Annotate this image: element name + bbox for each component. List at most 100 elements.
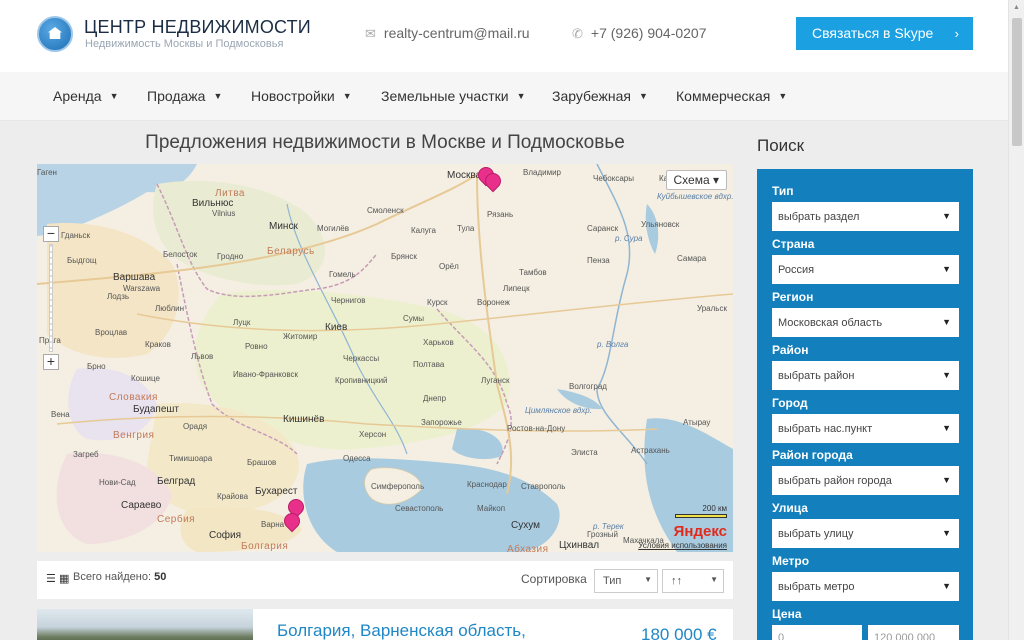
contact-email[interactable]: ✉ realty-centrum@mail.ru (365, 25, 530, 42)
map-label: Полтава (413, 360, 445, 369)
main-nav: Аренда ▼ Продажа ▼ Новостройки ▼ Земельные … (0, 72, 1008, 121)
map-label: Кропивницкий (335, 376, 388, 385)
results-count-label: Всего найдено: (73, 571, 152, 583)
brand-title[interactable]: ЦЕНТР НЕДВИЖИМОСТИ (84, 17, 311, 38)
sort-order-select[interactable]: ↑↑ ▼ (662, 569, 724, 593)
map-label: Воронеж (477, 298, 510, 307)
map-label: Минск (269, 221, 298, 232)
filter-value: выбрать улицу (778, 528, 854, 540)
map-background (37, 164, 733, 552)
listing-title[interactable]: Болгария, Варненская область, (277, 621, 526, 640)
filter-label-country: Страна (772, 237, 815, 251)
filter-select-city[interactable]: выбрать нас.пункт ▼ (772, 414, 959, 443)
chevron-down-icon: ▼ (942, 211, 951, 221)
nav-item-label: Земельные участки (381, 88, 509, 104)
nav-item-label: Зарубежная (552, 88, 631, 104)
logo-house-icon[interactable] (37, 16, 73, 52)
map-label: Краков (145, 340, 171, 349)
map-label: Кошице (131, 374, 160, 383)
map-label: Сумы (403, 314, 424, 323)
map-label: Лодзь (107, 292, 130, 301)
map-label: Ульяновск (641, 220, 680, 229)
nav-item-commercial[interactable]: Коммерческая ▼ (676, 88, 787, 104)
skype-contact-button[interactable]: Связаться в Skype › (796, 17, 973, 50)
filter-label-price: Цена (772, 607, 802, 621)
filter-select-country[interactable]: Россия ▼ (772, 255, 959, 284)
map-label: Белосток (163, 250, 198, 259)
page-scrollbar[interactable]: ▲ (1008, 0, 1024, 640)
map-label: Люблин (155, 304, 185, 313)
envelope-icon: ✉ (365, 26, 376, 41)
list-view-icon[interactable]: ☰ (46, 573, 56, 585)
map-label: Гаген (37, 168, 57, 177)
map-type-button[interactable]: Схема ▾ (665, 170, 727, 190)
scroll-up-arrow-icon[interactable]: ▲ (1013, 4, 1020, 11)
filter-label-city-district: Район города (772, 448, 853, 462)
price-from-input[interactable]: 0 (772, 625, 862, 640)
chevron-down-icon: ▼ (942, 423, 951, 433)
nav-item-sale[interactable]: Продажа ▼ (147, 88, 222, 104)
caret-down-icon: ▼ (710, 575, 718, 584)
map-label: Калуга (411, 226, 436, 235)
map-label: Ставрополь (521, 482, 566, 491)
sort-field-value: Тип (603, 575, 622, 587)
price-to-input[interactable]: 120 000 000 (868, 625, 959, 640)
sort-label: Сортировка (521, 572, 587, 586)
nav-item-label: Аренда (53, 88, 102, 104)
listing-photo[interactable] (37, 609, 253, 640)
site-header: ЦЕНТР НЕДВИЖИМОСТИ Недвижимость Москвы и… (0, 0, 1008, 72)
filter-select-city-district[interactable]: выбрать район города ▼ (772, 466, 959, 495)
filter-label-metro: Метро (772, 554, 810, 568)
nav-item-land[interactable]: Земельные участки ▼ (381, 88, 525, 104)
filter-label-region: Регион (772, 290, 814, 304)
map-label: Смоленск (367, 206, 404, 215)
filter-select-metro[interactable]: выбрать метро ▼ (772, 572, 959, 601)
property-map[interactable]: Москва Владимир Чебоксары Казань Гаген Л… (37, 164, 733, 552)
map-label: Севастополь (395, 504, 444, 513)
map-label: Сараево (121, 500, 162, 511)
map-label: Черкассы (343, 354, 380, 363)
map-label: Орадя (183, 422, 208, 431)
chevron-down-icon: ▼ (942, 264, 951, 274)
map-label: Саранск (587, 224, 619, 233)
map-label: Луцк (233, 318, 251, 327)
filter-value: выбрать нас.пункт (778, 423, 873, 435)
sort-field-select[interactable]: Тип ▼ (594, 569, 658, 593)
map-terms-link[interactable]: Условия использования (638, 541, 727, 550)
yandex-logo[interactable]: Яндекс (674, 523, 727, 540)
contact-phone[interactable]: ✆ +7 (926) 904-0207 (572, 25, 707, 42)
zoom-out-button[interactable]: − (43, 226, 59, 242)
filter-select-district[interactable]: выбрать район ▼ (772, 361, 959, 390)
filter-select-street[interactable]: выбрать улицу ▼ (772, 519, 959, 548)
nav-item-new-buildings[interactable]: Новостройки ▼ (251, 88, 352, 104)
zoom-in-button[interactable]: + (43, 354, 59, 370)
listing-card[interactable]: Болгария, Варненская область, 180 000 € (37, 609, 733, 640)
map-label: Абхазия (507, 544, 549, 552)
chevron-down-icon: ▼ (942, 370, 951, 380)
map-label: Херсон (359, 430, 387, 439)
nav-item-abroad[interactable]: Зарубежная ▼ (552, 88, 648, 104)
view-toggle[interactable]: ☰ ▦ (46, 572, 69, 585)
filter-select-region[interactable]: Московская область ▼ (772, 308, 959, 337)
chevron-down-icon: ▼ (778, 91, 788, 101)
map-label: Астрахань (631, 446, 670, 455)
results-count-value: 50 (154, 571, 167, 583)
map-label: Львов (191, 352, 214, 361)
chevron-down-icon: ▼ (942, 528, 951, 538)
scrollbar-thumb[interactable] (1012, 18, 1022, 146)
chevron-right-icon: › (954, 26, 959, 41)
nav-item-rent[interactable]: Аренда ▼ (53, 88, 119, 104)
filter-select-type[interactable]: выбрать раздел ▼ (772, 202, 959, 231)
chevron-down-icon: ▼ (213, 91, 223, 101)
map-label: Брно (87, 362, 106, 371)
map-label: Запорожье (421, 418, 462, 427)
map-label: Краснодар (467, 480, 507, 489)
map-label: Симферополь (371, 482, 425, 491)
map-label: Владимир (523, 168, 562, 177)
map-label: Москва (447, 170, 482, 181)
zoom-slider[interactable] (49, 244, 53, 352)
listing-price: 180 000 € (641, 625, 717, 640)
search-panel: Тип выбрать раздел ▼ Страна Россия ▼ Регио… (757, 169, 973, 640)
map-label: Элиста (571, 448, 598, 457)
grid-view-icon[interactable]: ▦ (59, 573, 69, 585)
